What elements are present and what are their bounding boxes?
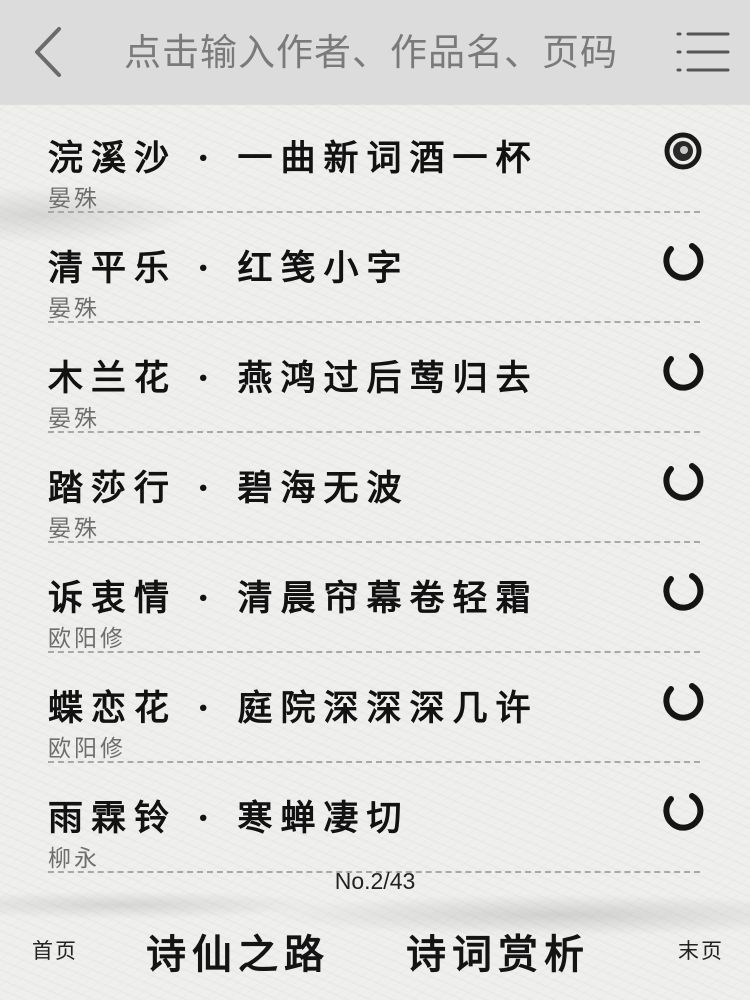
back-arrow-icon: [35, 27, 61, 77]
back-button[interactable]: [18, 14, 78, 90]
ink-ring-icon: [663, 683, 704, 721]
poem-author: 晏殊: [48, 186, 100, 212]
last-page-button[interactable]: 末页: [678, 935, 724, 965]
list-item[interactable]: 浣溪沙 · 一曲新词酒一杯 晏殊: [0, 108, 750, 218]
ink-ring-icon: [663, 573, 704, 611]
list-item[interactable]: 诉衷情 · 清晨帘幕卷轻霜 欧阳修: [0, 548, 750, 658]
poem-title: 浣溪沙 · 一曲新词酒一杯: [48, 138, 539, 179]
divider: [48, 761, 700, 763]
poem-author: 晏殊: [48, 406, 100, 432]
divider: [48, 541, 700, 543]
tab-poet-path[interactable]: 诗仙之路: [146, 922, 330, 980]
search-input[interactable]: [110, 22, 664, 82]
poem-title: 诉衷情 · 清晨帘幕卷轻霜: [48, 578, 539, 619]
divider: [48, 651, 700, 653]
poem-author: 欧阳修: [48, 736, 126, 762]
list-item[interactable]: 雨霖铃 · 寒蝉凄切 柳永: [0, 768, 750, 878]
ink-ring-icon: [663, 793, 704, 831]
poem-title: 雨霖铃 · 寒蝉凄切: [48, 798, 410, 839]
ink-ring-icon: [663, 243, 704, 281]
page-indicator: No.2/43: [334, 868, 416, 894]
bottom-bar: [0, 900, 750, 1000]
poem-title: 清平乐 · 红笺小字: [48, 248, 410, 289]
menu-icon: [676, 32, 730, 72]
divider: [48, 211, 700, 213]
poem-author: 晏殊: [48, 296, 100, 322]
poem-author: 晏殊: [48, 516, 100, 542]
list-item[interactable]: 木兰花 · 燕鸿过后莺归去 晏殊: [0, 328, 750, 438]
tab-appreciation[interactable]: 诗词赏析: [406, 922, 590, 980]
ink-ring-icon: [663, 353, 704, 391]
poem-author: 欧阳修: [48, 626, 126, 652]
list-item[interactable]: 蝶恋花 · 庭院深深深几许 欧阳修: [0, 658, 750, 768]
poem-title: 蝶恋花 · 庭院深深深几许: [48, 688, 539, 729]
list-item[interactable]: 清平乐 · 红笺小字 晏殊: [0, 218, 750, 328]
divider: [48, 321, 700, 323]
first-page-button[interactable]: 首页: [32, 935, 78, 965]
top-bar: [0, 0, 750, 104]
poem-title: 踏莎行 · 碧海无波: [48, 468, 410, 509]
divider: [48, 431, 700, 433]
ink-ring-icon: [664, 132, 702, 170]
ink-ring-icon: [663, 463, 704, 501]
poem-title: 木兰花 · 燕鸿过后莺归去: [48, 358, 539, 399]
menu-button[interactable]: [672, 24, 734, 80]
list-item[interactable]: 踏莎行 · 碧海无波 晏殊: [0, 438, 750, 548]
poem-list: 浣溪沙 · 一曲新词酒一杯 晏殊 清平乐 · 红笺小字 晏殊 木兰花 · 燕鸿过…: [0, 108, 750, 878]
